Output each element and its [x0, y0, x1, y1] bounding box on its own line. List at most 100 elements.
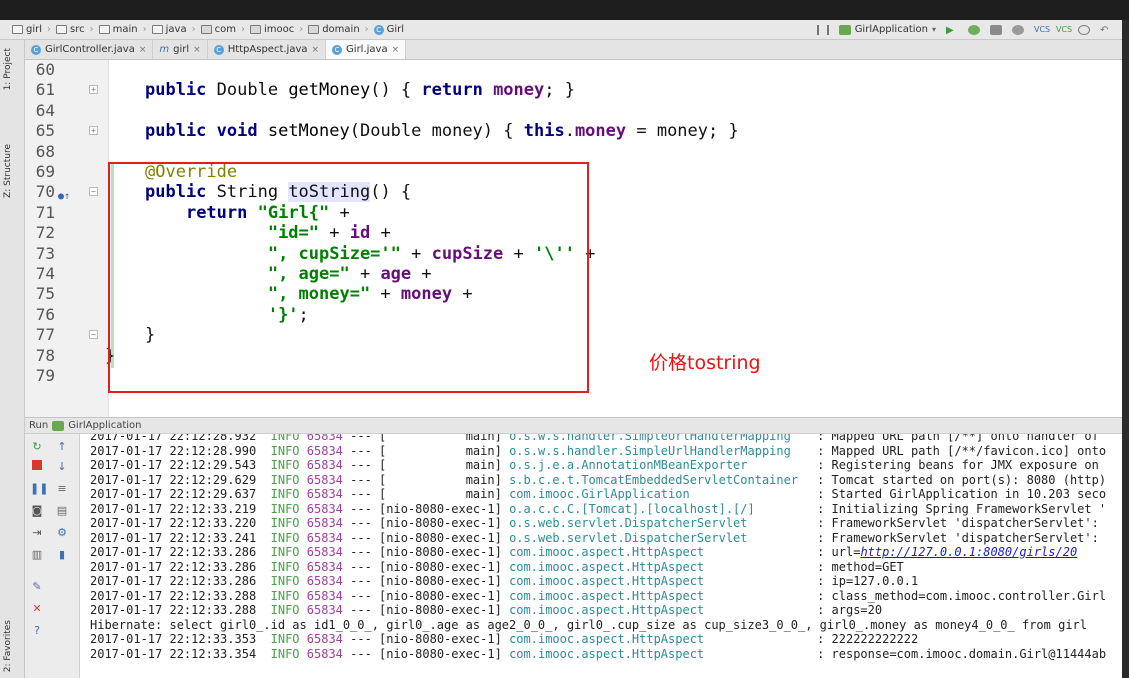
- log-logger: com.imooc.aspect.HttpAspect: [509, 588, 705, 603]
- run-panel-config[interactable]: GirlApplication: [68, 420, 141, 431]
- breadcrumb-label: girl: [26, 24, 43, 35]
- code-line[interactable]: 64: [25, 101, 1122, 121]
- log-line: 2017-01-17 22:12:33.219 INFO 65834 --- […: [90, 501, 1107, 516]
- vcs-commit-icon[interactable]: VCS: [1056, 25, 1072, 35]
- chevron-down-icon: ▾: [931, 25, 936, 34]
- coverage-icon[interactable]: [990, 24, 1002, 35]
- log-pid: 65834: [306, 588, 343, 603]
- line-number: 74: [35, 264, 55, 283]
- log-line: 2017-01-17 22:12:33.288 INFO 65834 --- […: [90, 588, 1107, 603]
- trash-icon[interactable]: ▮: [55, 548, 69, 562]
- run-config-selector[interactable]: GirlApplication ▾: [838, 24, 936, 35]
- build-icon[interactable]: [816, 24, 829, 35]
- log-pid: 65834: [306, 574, 343, 588]
- soft-wrap-icon[interactable]: ≡: [55, 482, 69, 496]
- log-message: : class_method=com.imooc.controller.Girl: [817, 588, 1107, 603]
- log-line: 2017-01-17 22:12:33.286 INFO 65834 --- […: [90, 574, 919, 588]
- log-thread: [nio-8080-exec-1]: [379, 646, 502, 661]
- breadcrumb-label: java: [165, 24, 187, 35]
- structure-tool-tab[interactable]: Z: Structure: [3, 144, 13, 198]
- favorites-tool-tab[interactable]: 2: Favorites: [3, 620, 13, 672]
- editor-tab[interactable]: C Girl.java ×: [326, 40, 407, 59]
- line-number: 79: [35, 366, 55, 385]
- log-pid: 65834: [306, 458, 343, 472]
- log-thread: [nio-8080-exec-1]: [379, 545, 502, 559]
- breadcrumb: girl › src › main › java › com › imooc › domain › C Gir…: [0, 24, 404, 35]
- log-thread: [nio-8080-exec-1]: [379, 603, 502, 617]
- editor-tab[interactable]: C HttpAspect.java ×: [208, 40, 327, 59]
- package-icon: [249, 25, 261, 34]
- log-level: INFO: [270, 574, 300, 588]
- log-line: 2017-01-17 22:12:33.220 INFO 65834 --- […: [90, 516, 1099, 530]
- log-thread: [nio-8080-exec-1]: [379, 501, 502, 516]
- breadcrumb-item[interactable]: C Girl: [373, 24, 404, 35]
- profile-icon[interactable]: [1012, 24, 1024, 35]
- log-thread: [ main]: [379, 443, 502, 458]
- line-number: 73: [35, 243, 55, 263]
- breadcrumb-item[interactable]: src: [56, 24, 85, 35]
- close-icon[interactable]: ×: [312, 45, 320, 55]
- log-timestamp: 2017-01-17 22:12:29.543: [90, 458, 257, 472]
- log-logger: com.imooc.aspect.HttpAspect: [509, 603, 705, 617]
- line-number: 68: [35, 141, 55, 161]
- vcs-update-icon[interactable]: VCS: [1034, 25, 1050, 35]
- history-icon[interactable]: [1078, 24, 1090, 35]
- left-tool-strip: 1: Project Z: Structure 2: Favorites ★: [0, 40, 25, 678]
- print-icon[interactable]: ▤: [55, 504, 69, 518]
- breadcrumb-item[interactable]: domain: [308, 24, 360, 35]
- log-line: 2017-01-17 22:12:29.543 INFO 65834 --- […: [90, 458, 1099, 472]
- fold-toggle-icon[interactable]: +: [89, 126, 98, 136]
- log-thread: [nio-8080-exec-1]: [379, 516, 502, 530]
- debug-icon[interactable]: [968, 24, 980, 35]
- up-arrow-icon[interactable]: ↑: [55, 440, 69, 454]
- run-icon[interactable]: ▶: [946, 25, 958, 36]
- rerun-icon[interactable]: ↻: [30, 440, 44, 454]
- down-arrow-icon[interactable]: ↓: [55, 460, 69, 474]
- breadcrumb-item[interactable]: girl: [12, 24, 42, 35]
- breadcrumb-item[interactable]: java: [151, 24, 187, 35]
- pin-icon[interactable]: ✎: [30, 580, 44, 594]
- help-icon[interactable]: ?: [30, 624, 44, 638]
- breadcrumb-item[interactable]: main: [98, 24, 138, 35]
- log-timestamp: 2017-01-17 22:12:29.637: [90, 487, 257, 501]
- editor-tab[interactable]: C GirlController.java ×: [25, 40, 154, 59]
- fold-toggle-icon[interactable]: +: [89, 85, 98, 95]
- project-tool-tab[interactable]: 1: Project: [3, 48, 13, 90]
- breadcrumb-separator: ›: [47, 24, 52, 35]
- breadcrumb-separator: ›: [240, 24, 245, 35]
- log-link[interactable]: http://127.0.0.1:8080/girls/20: [860, 545, 1077, 559]
- ide-window: girl › src › main › java › com › imooc › domain › C Gir…: [0, 20, 1122, 678]
- close-icon[interactable]: ✕: [30, 602, 44, 616]
- code-line[interactable]: 68: [25, 142, 1122, 162]
- layout-icon[interactable]: ▥: [30, 548, 44, 562]
- close-icon[interactable]: ×: [139, 45, 147, 55]
- log-level: INFO: [270, 434, 300, 443]
- settings-icon[interactable]: ⚙: [55, 526, 69, 540]
- undo-icon[interactable]: ↶: [1100, 25, 1112, 36]
- log-timestamp: 2017-01-17 22:12:28.990: [90, 443, 257, 458]
- close-icon[interactable]: ×: [392, 45, 400, 55]
- breadcrumb-item[interactable]: imooc: [249, 24, 294, 35]
- fold-toggle-icon[interactable]: −: [89, 187, 98, 197]
- code-line[interactable]: 61 + public Double getMoney() { return mon…: [25, 80, 1122, 100]
- camera-icon[interactable]: ◙: [30, 504, 44, 518]
- editor-tab[interactable]: m girl ×: [153, 40, 208, 59]
- code-line[interactable]: 60: [25, 60, 1122, 80]
- code-line[interactable]: 65 + public void setMoney(Double money) { …: [25, 121, 1122, 141]
- line-number: 76: [35, 304, 55, 324]
- fold-toggle-icon[interactable]: −: [89, 330, 98, 340]
- close-icon[interactable]: ×: [193, 45, 201, 55]
- breadcrumb-separator: ›: [89, 24, 94, 35]
- log-thread: [nio-8080-exec-1]: [379, 574, 502, 588]
- log-level: INFO: [270, 472, 300, 487]
- pause-icon[interactable]: ❚❚: [30, 482, 48, 496]
- class-icon: C: [373, 24, 384, 35]
- line-number: 61: [35, 80, 55, 100]
- log-message: : args=20: [817, 603, 883, 617]
- breadcrumb-item[interactable]: com: [200, 24, 236, 35]
- stop-icon[interactable]: [30, 460, 44, 474]
- log-timestamp: 2017-01-17 22:12:29.629: [90, 472, 257, 487]
- log-level: INFO: [270, 516, 300, 530]
- exit-icon[interactable]: ⇥: [30, 526, 44, 540]
- console-output[interactable]: 2017-01-17 22:12:28.932 INFO 65834 --- […: [80, 434, 1122, 678]
